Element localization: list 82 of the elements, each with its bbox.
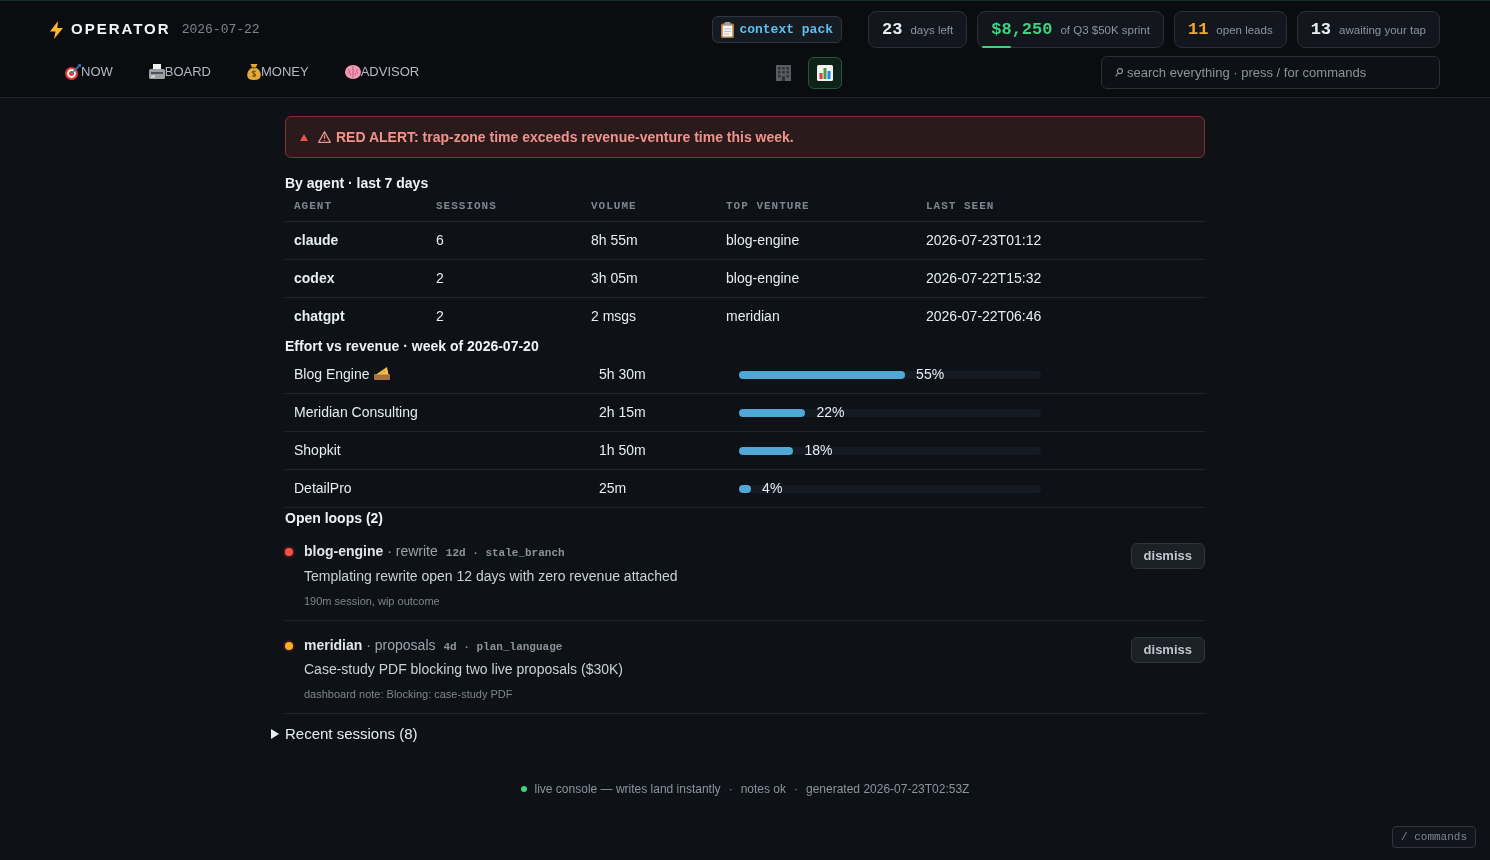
stat-label: awaiting your tap [1339, 22, 1426, 38]
stat-value: 11 [1187, 18, 1209, 41]
column-header: SESSIONS [427, 192, 582, 221]
footer-text: notes ok [740, 781, 786, 798]
column-header: AGENT [285, 192, 427, 221]
brain-icon [344, 64, 361, 79]
section-title: By agent · last 7 days [285, 174, 430, 192]
table-cell: 2026-07-22T15:32 [917, 259, 1205, 297]
stat-label: of Q3 $50K sprint [1060, 22, 1150, 38]
loop-description: Templating rewrite open 12 days with zero revenue attached [304, 567, 678, 584]
loop-heading: blog-engine · rewrite [304, 542, 438, 561]
context-pack-button[interactable]: context pack [712, 16, 842, 43]
venture-name: Blog Engine [294, 365, 370, 384]
table-cell: 2 [427, 259, 582, 297]
search-icon [1115, 68, 1123, 77]
table-cell: meridian [717, 297, 917, 335]
table-cell: 6 [427, 221, 582, 259]
effort-share: 18% [804, 441, 833, 460]
loop-meta: 4d · plan_language [443, 639, 563, 655]
clipboard-icon [721, 21, 735, 38]
nav-tab[interactable]: ADVISOR [344, 59, 420, 86]
loop-note: 190m session, wip outcome [304, 594, 440, 607]
time-spent: 25m [599, 479, 627, 498]
caret-icon [271, 729, 279, 739]
lightning-icon [50, 20, 63, 39]
section-title: Effort vs revenue · week of 2026-07-20 [285, 337, 540, 355]
table-cell: 2026-07-23T01:12 [917, 221, 1205, 259]
search-field[interactable]: search everything · press / for commands [1101, 56, 1440, 89]
nav-tab[interactable]: MONEY [247, 59, 309, 86]
loop-meta: 12d · stale_branch [445, 546, 565, 561]
effort-share: 55% [916, 365, 945, 384]
money-bag-icon [247, 63, 261, 80]
table-cell: 8h 55m [582, 221, 717, 259]
building-icon [775, 64, 791, 81]
commands-hint-button[interactable]: / commands [1392, 825, 1476, 848]
nav-tab[interactable]: BOARD [148, 59, 211, 86]
table-cell: chatgpt [285, 297, 427, 335]
venture-name: DetailPro [294, 479, 352, 498]
stat-value: 23 [882, 18, 903, 41]
bar-chart-icon [817, 64, 833, 81]
footer-text: generated 2026-07-23T02:53Z [806, 781, 970, 798]
footer-text: · [794, 781, 798, 798]
table-cell: claude [285, 221, 427, 259]
app-title: OPERATOR [71, 19, 171, 40]
venture-name: Shopkit [294, 441, 341, 460]
loop-description: Case-study PDF blocking two live proposals ($30K) [304, 661, 624, 677]
column-header: VOLUME [582, 192, 717, 221]
view-toggle-button[interactable] [808, 56, 842, 89]
dismiss-button[interactable]: dismiss [1130, 543, 1205, 569]
effort-share: 22% [816, 403, 845, 422]
target-icon [65, 63, 81, 80]
recent-sessions-toggle[interactable]: Recent sessions (8) [271, 724, 418, 744]
warning-icon [318, 131, 331, 143]
column-header: LAST SEEN [917, 192, 1205, 221]
table-cell: blog-engine [717, 259, 917, 297]
stat-label: days left [910, 22, 954, 38]
table-cell: 2 msgs [582, 297, 717, 335]
footer-text: live console — writes land instantly [534, 781, 721, 798]
loop-heading: meridian · proposals [304, 635, 436, 655]
column-header: TOP VENTURE [717, 192, 917, 221]
stat-label: open leads [1216, 22, 1273, 38]
effort-share: 4% [762, 479, 783, 498]
table-cell: codex [285, 259, 427, 297]
stat-value: 13 [1310, 18, 1332, 41]
footer-text: · [728, 781, 733, 798]
table-cell: 2 [427, 297, 582, 335]
section-title: Open loops (2) [285, 509, 384, 527]
dismiss-button[interactable]: dismiss [1130, 636, 1205, 663]
nav-tab[interactable]: NOW [65, 59, 113, 86]
table-cell: 2026-07-22T06:46 [917, 297, 1205, 335]
alert-text: RED ALERT: trap-zone time exceeds revenue-venture time this week. [336, 127, 794, 147]
table-cell: blog-engine [717, 221, 917, 259]
loop-note: dashboard note: Blocking: case-study PDF [304, 688, 513, 700]
table-cell: 3h 05m [582, 259, 717, 297]
time-spent: 5h 30m [599, 365, 646, 384]
time-spent: 2h 15m [599, 403, 646, 422]
venture-name: Meridian Consulting [294, 403, 418, 422]
header-date: 2026-07-22 [181, 20, 260, 39]
alert-triangle-icon [300, 133, 308, 141]
fax-machine-icon [148, 64, 165, 79]
time-spent: 1h 50m [599, 441, 646, 460]
stat-value: $8,250 [991, 18, 1053, 41]
